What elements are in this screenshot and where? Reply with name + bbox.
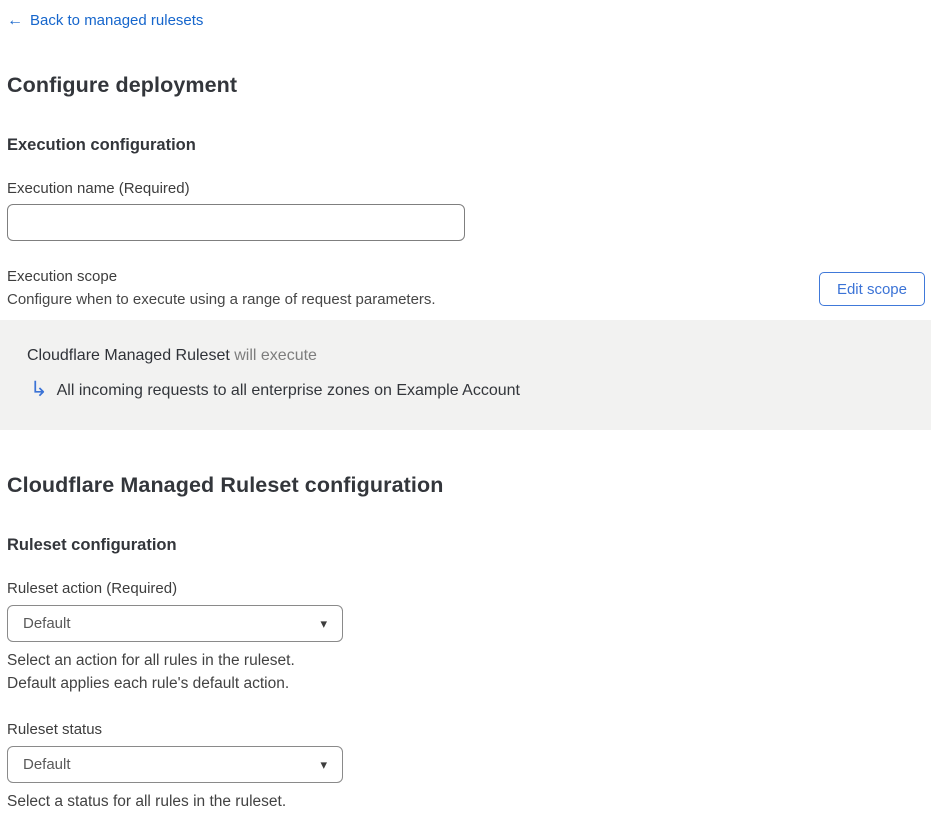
configure-deployment-page: ← Back to managed rulesets Configure dep… bbox=[0, 0, 931, 813]
execution-configuration-heading: Execution configuration bbox=[7, 136, 196, 154]
ruleset-status-helper-line1: Select a status for all rules in the rul… bbox=[7, 793, 287, 810]
execution-scope-description: Configure when to execute using a range … bbox=[7, 291, 436, 308]
scope-summary-ruleset-name: Cloudflare Managed Ruleset bbox=[27, 347, 230, 364]
back-arrow-icon: ← bbox=[7, 12, 23, 29]
scope-summary-headline: Cloudflare Managed Ruleset will execute bbox=[27, 346, 904, 365]
scope-summary-panel: Cloudflare Managed Ruleset will execute … bbox=[0, 320, 931, 430]
execution-name-input[interactable] bbox=[7, 204, 465, 241]
ruleset-action-helper-line1: Select an action for all rules in the ru… bbox=[7, 652, 295, 669]
scope-summary-text: All incoming requests to all enterprise … bbox=[56, 382, 520, 399]
execution-name-label: Execution name (Required) bbox=[7, 180, 190, 197]
ruleset-action-select[interactable]: Default ▾ bbox=[7, 605, 343, 642]
ruleset-action-selected-value: Default bbox=[23, 615, 71, 632]
back-link-label: Back to managed rulesets bbox=[30, 12, 204, 29]
execution-scope-row: Execution scope Configure when to execut… bbox=[7, 265, 925, 311]
ruleset-status-label: Ruleset status bbox=[7, 721, 103, 738]
ruleset-status-select[interactable]: Default ▾ bbox=[7, 746, 343, 783]
chevron-down-icon: ▾ bbox=[320, 616, 327, 631]
ruleset-action-label: Ruleset action (Required) bbox=[7, 580, 178, 597]
scope-summary-detail: ↳ All incoming requests to all enterpris… bbox=[27, 379, 904, 403]
edit-scope-button[interactable]: Edit scope bbox=[818, 272, 925, 306]
scope-summary-suffix: will execute bbox=[229, 347, 317, 364]
page-title: Configure deployment bbox=[7, 73, 238, 97]
execution-scope-text: Execution scope Configure when to execut… bbox=[7, 265, 436, 311]
ruleset-configuration-subheading: Ruleset configuration bbox=[7, 536, 177, 554]
sub-arrow-icon: ↳ bbox=[30, 378, 48, 401]
ruleset-action-helper-line2: Default applies each rule's default acti… bbox=[7, 675, 290, 692]
chevron-down-icon: ▾ bbox=[320, 757, 327, 772]
execution-scope-label: Execution scope bbox=[7, 268, 118, 285]
ruleset-status-selected-value: Default bbox=[23, 756, 71, 773]
back-to-managed-rulesets-link[interactable]: ← Back to managed rulesets bbox=[7, 12, 203, 30]
ruleset-configuration-page-heading: Cloudflare Managed Ruleset configuration bbox=[7, 473, 444, 497]
